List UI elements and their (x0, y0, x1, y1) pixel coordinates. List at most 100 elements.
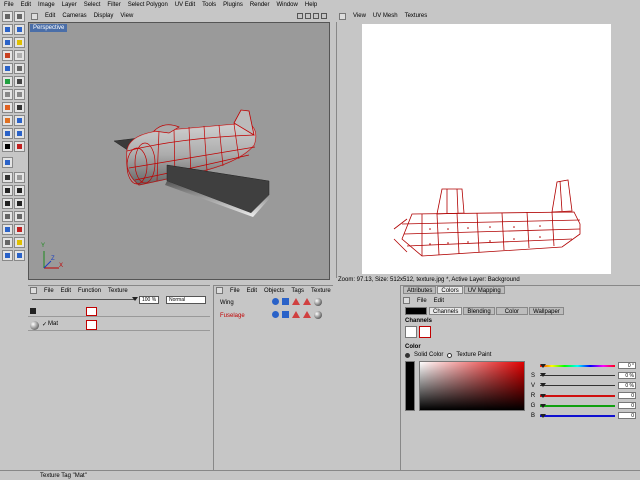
phong-tag-icon[interactable] (272, 311, 279, 318)
objects-grip-icon[interactable] (216, 287, 223, 294)
perspective-viewport[interactable]: Perspective Y X Z (28, 22, 330, 280)
menu-edit[interactable]: Edit (21, 2, 31, 8)
sat-track[interactable] (540, 372, 615, 377)
persp-menu-display[interactable]: Display (94, 13, 114, 19)
green-value[interactable]: 0 (618, 402, 636, 409)
redo-icon[interactable] (14, 11, 25, 22)
color-swatch-bg-icon[interactable] (14, 141, 25, 152)
menu-uv-edit[interactable]: UV Edit (175, 2, 195, 8)
hue-value[interactable]: 0 ° (618, 362, 636, 369)
object-row-wing[interactable]: Wing (220, 298, 234, 307)
blue-track[interactable] (540, 413, 615, 418)
color-picker-field[interactable] (419, 361, 525, 411)
eyedropper-icon[interactable] (14, 76, 25, 87)
attributes-menu-edit[interactable]: Edit (434, 298, 444, 304)
objects-menu-objects[interactable]: Objects (264, 288, 284, 294)
magic-wand-icon[interactable] (14, 37, 25, 48)
layers-grip-icon[interactable] (30, 287, 37, 294)
selection-tag-2-icon[interactable] (303, 298, 311, 305)
selection-rect-icon[interactable] (2, 89, 13, 100)
selection-tag-2-icon[interactable] (303, 311, 311, 318)
mirror-icon[interactable] (2, 211, 13, 222)
sat-value[interactable]: 0 % (618, 372, 636, 379)
objects-menu-texture[interactable]: Texture (311, 288, 331, 294)
object-row-fuselage[interactable]: Fuselage (220, 311, 245, 320)
workplane-icon[interactable] (2, 224, 13, 235)
layers-menu-texture[interactable]: Texture (108, 288, 128, 294)
uv-menu-view[interactable]: View (353, 13, 366, 19)
opacity-knob[interactable] (132, 297, 138, 301)
paint-mode-icon[interactable] (2, 115, 13, 126)
objects-menu-tags[interactable]: Tags (291, 288, 304, 294)
viewport-move-icon[interactable] (297, 13, 303, 19)
eraser-tool-icon[interactable] (14, 50, 25, 61)
radio-texture-paint[interactable] (447, 352, 453, 358)
subtab-blending[interactable]: Blending (463, 307, 495, 315)
checkmark-icon[interactable]: ✓ (42, 321, 47, 328)
blue-value[interactable]: 0 (618, 412, 636, 419)
point-mode-icon[interactable] (14, 128, 25, 139)
val-track[interactable] (540, 382, 615, 387)
sat-knob[interactable] (540, 372, 546, 377)
persp-menu-view[interactable]: View (120, 13, 133, 19)
menu-select-polygon[interactable]: Select Polygon (128, 2, 168, 8)
menu-filter[interactable]: Filter (107, 2, 120, 8)
phong-tag-icon[interactable] (272, 298, 279, 305)
layers-menu-file[interactable]: File (44, 288, 54, 294)
render-icon[interactable] (2, 250, 13, 261)
rotate-tool-icon[interactable] (2, 37, 13, 48)
layers-menu-edit[interactable]: Edit (61, 288, 71, 294)
pencil-tool-icon[interactable] (2, 102, 13, 113)
opacity-slider[interactable] (32, 299, 136, 301)
layers-menu-function[interactable]: Function (78, 288, 101, 294)
val-knob[interactable] (540, 382, 546, 387)
subtab-wallpaper[interactable]: Wallpaper (529, 307, 564, 315)
menu-select[interactable]: Select (84, 2, 101, 8)
color-preview[interactable] (405, 361, 415, 411)
menu-file[interactable]: File (4, 2, 14, 8)
tab-colors[interactable]: Colors (437, 286, 463, 294)
menu-render[interactable]: Render (250, 2, 270, 8)
val-value[interactable]: 0 % (618, 382, 636, 389)
tab-uv-mapping[interactable]: UV Mapping (463, 286, 505, 294)
selection-lasso-icon[interactable] (14, 89, 25, 100)
polygon-mode-icon[interactable] (2, 128, 13, 139)
blend-mode-select[interactable]: Normal (166, 296, 206, 304)
uvw-tag-icon[interactable] (282, 298, 289, 305)
green-knob[interactable] (540, 403, 546, 408)
attributes-menu-file[interactable]: File (417, 298, 427, 304)
grayscale-icon[interactable] (2, 172, 13, 183)
smudge-tool-icon[interactable] (14, 63, 25, 74)
menu-layer[interactable]: Layer (62, 2, 77, 8)
projection-icon[interactable] (14, 115, 25, 126)
layer-row-background[interactable] (28, 307, 210, 317)
opacity-value[interactable]: 100 % (139, 296, 160, 304)
red-track[interactable] (540, 393, 615, 398)
subtab-color[interactable]: Color (495, 307, 529, 315)
uv-grip-icon[interactable] (339, 12, 346, 20)
viewport-maximize-icon[interactable] (321, 13, 327, 19)
menu-window[interactable]: Window (277, 2, 298, 8)
selection-tag-icon[interactable] (292, 298, 300, 305)
menu-tools[interactable]: Tools (202, 2, 216, 8)
uv-menu-uvmesh[interactable]: UV Mesh (373, 13, 398, 19)
scale-tool-icon[interactable] (14, 24, 25, 35)
hue-track[interactable] (540, 363, 615, 368)
viewport-grip-icon[interactable] (31, 12, 38, 20)
active-color-swatch[interactable] (405, 307, 427, 315)
transform-icon[interactable] (14, 211, 25, 222)
uv-menu-textures[interactable]: Textures (405, 13, 428, 19)
checker-icon[interactable] (2, 185, 13, 196)
uv-viewport[interactable] (336, 22, 640, 278)
radio-solid-color[interactable] (405, 352, 410, 358)
fill-tool-icon[interactable] (2, 76, 13, 87)
uvw-tag-icon[interactable] (282, 311, 289, 318)
persp-menu-edit[interactable]: Edit (45, 13, 55, 19)
snap-icon[interactable] (14, 250, 25, 261)
brush-tool-icon[interactable] (2, 50, 13, 61)
clone-tool-icon[interactable] (2, 63, 13, 74)
checker-alt-icon[interactable] (14, 185, 25, 196)
uv-texture-canvas[interactable] (362, 24, 611, 274)
menu-plugins[interactable]: Plugins (223, 2, 243, 8)
persp-menu-cameras[interactable]: Cameras (62, 13, 86, 19)
